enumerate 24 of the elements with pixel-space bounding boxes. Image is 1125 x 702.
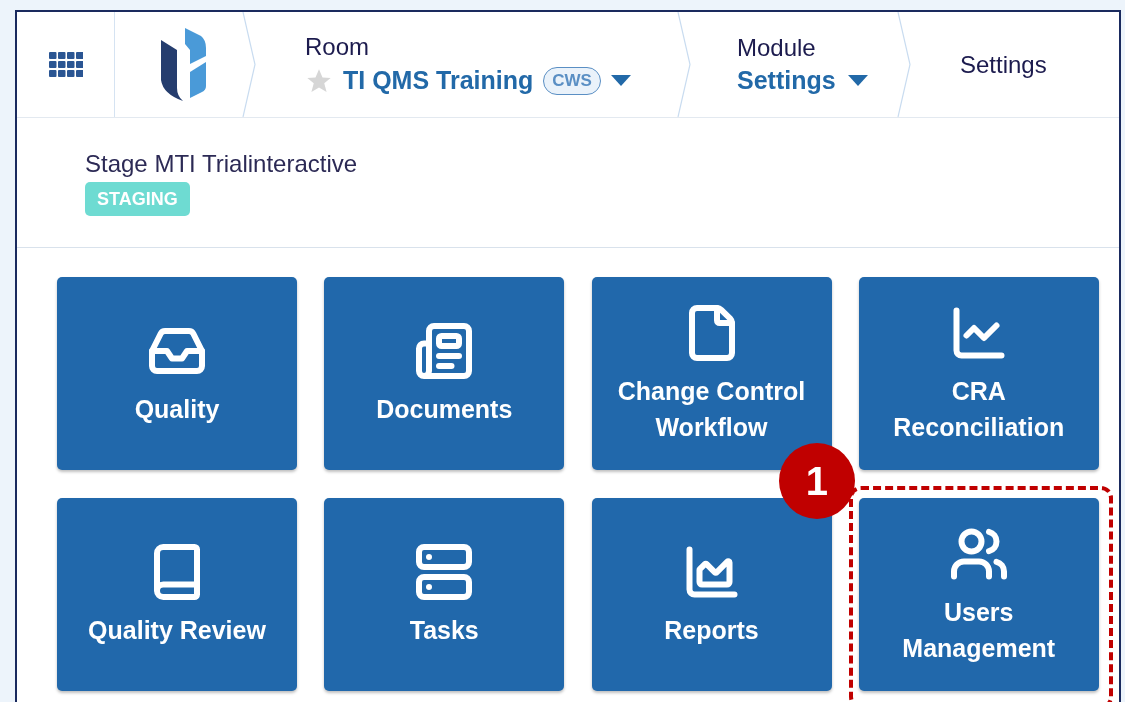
site-name: Stage MTI Trialinteractive (85, 152, 358, 176)
room-badge: CWS (543, 66, 601, 95)
current-page: Settings (960, 49, 1047, 80)
chevron-separator-icon (242, 12, 256, 117)
module-tile[interactable]: Documents (324, 277, 565, 470)
chevron-separator-icon (897, 12, 911, 117)
breadcrumb-label: Module (737, 36, 817, 60)
chevron-separator-icon (677, 12, 691, 117)
app-grid-icon[interactable] (48, 51, 83, 78)
caret-icon (847, 74, 868, 87)
room-name[interactable]: TI QMS Training (343, 68, 534, 93)
module-tile[interactable]: Reports (591, 498, 832, 691)
module-tile[interactable]: Quality (57, 277, 297, 470)
module-name[interactable]: Settings (737, 68, 836, 93)
module-tile[interactable]: Users Management (858, 498, 1099, 691)
stack-icon (414, 541, 475, 602)
document-icon (414, 320, 475, 381)
caret-icon (610, 74, 631, 87)
environment-badge: STAGING (85, 182, 190, 216)
module-tile[interactable]: Tasks (324, 498, 565, 691)
module-tile[interactable]: Quality Review (57, 498, 297, 691)
module-tile[interactable]: CRA Reconciliation (858, 277, 1099, 470)
breadcrumb-label: Room (305, 34, 371, 59)
logo-icon (158, 27, 207, 102)
